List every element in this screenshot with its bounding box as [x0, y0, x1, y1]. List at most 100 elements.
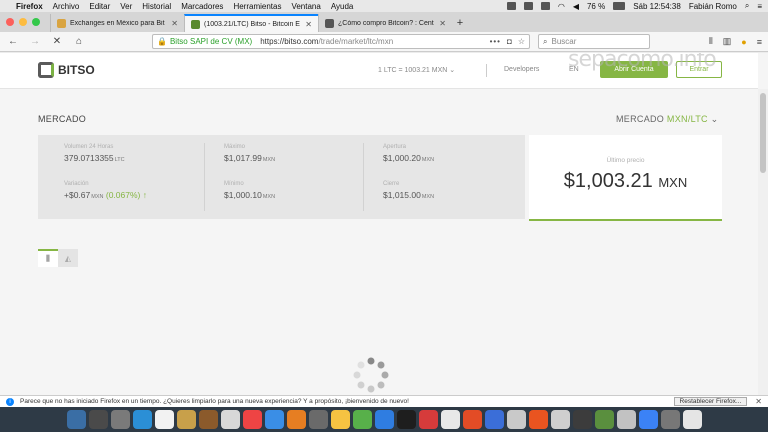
close-icon[interactable]: ✕ — [755, 397, 762, 406]
dock-app-icon[interactable] — [506, 410, 526, 429]
dock-app-icon[interactable] — [462, 410, 482, 429]
dock-app-icon[interactable] — [88, 410, 108, 429]
dock-app-icon[interactable] — [484, 410, 504, 429]
developers-link[interactable]: Developers — [504, 66, 539, 73]
browser-tab[interactable]: Exchanges en México para Bit ✕ — [50, 14, 184, 32]
dock-app-icon[interactable] — [594, 410, 614, 429]
new-tab-button[interactable]: + — [452, 14, 468, 32]
dock-app-icon[interactable] — [682, 410, 702, 429]
dock-app-icon[interactable] — [308, 410, 328, 429]
status-icon[interactable] — [523, 2, 533, 10]
browser-tab-active[interactable]: (1003.21/LTC) Bitso - Bitcoin E ✕ — [184, 14, 318, 32]
dock-app-icon[interactable] — [660, 410, 680, 429]
menu-app-name[interactable]: Firefox — [16, 2, 43, 11]
dock-app-icon[interactable] — [154, 410, 174, 429]
site-identity[interactable]: Bitso SAPI de CV (MX) — [170, 37, 252, 46]
menu-archivo[interactable]: Archivo — [53, 2, 80, 11]
dock-app-icon[interactable] — [220, 410, 240, 429]
dock-app-icon[interactable] — [286, 410, 306, 429]
dock-app-icon[interactable] — [352, 410, 372, 429]
dock-app-icon[interactable] — [176, 410, 196, 429]
dock-app-icon[interactable] — [572, 410, 592, 429]
lock-icon[interactable]: 🔒 — [157, 37, 167, 46]
sidebar-icon[interactable]: ▥ — [723, 36, 732, 47]
market-stats-panel: Volumen 24 Horas 379.0713355LTC Variació… — [38, 135, 525, 219]
notification-center-icon[interactable]: ≡ — [757, 2, 762, 11]
menu-ver[interactable]: Ver — [120, 2, 132, 11]
menubar-clock[interactable]: Sáb 12:54:38 — [633, 2, 681, 11]
volume-icon[interactable]: ◀ — [573, 2, 579, 11]
bookmark-star-icon[interactable]: ☆ — [518, 37, 525, 46]
close-window-button[interactable] — [6, 18, 14, 26]
stat-label: Máximo — [224, 144, 246, 150]
url-path: /trade/market/ltc/mxn — [318, 37, 394, 46]
stat-label: Apertura — [383, 144, 407, 150]
tab-close-icon[interactable]: ✕ — [171, 19, 178, 28]
menu-icon[interactable]: ≡ — [757, 37, 762, 47]
rate-selector[interactable]: 1 LTC = 1003.21 MXN ⌄ — [378, 66, 455, 74]
stop-icon[interactable]: ✕ — [50, 36, 64, 47]
stats-divider — [204, 143, 205, 211]
page-scrollbar[interactable] — [758, 89, 768, 395]
scrollbar-thumb[interactable] — [760, 93, 766, 173]
dock-app-icon[interactable] — [66, 410, 86, 429]
extension-icon[interactable]: ● — [741, 37, 746, 47]
minimize-window-button[interactable] — [19, 18, 27, 26]
dock-app-icon[interactable] — [242, 410, 262, 429]
battery-icon[interactable] — [613, 2, 626, 10]
status-icon[interactable] — [506, 2, 516, 10]
variation-percent: (0.067%) ↑ — [105, 190, 147, 200]
menubar-user[interactable]: Fabián Romo — [689, 2, 737, 11]
menu-historial[interactable]: Historial — [142, 2, 171, 11]
window-controls — [6, 12, 40, 32]
home-icon[interactable]: ⌂ — [72, 36, 86, 47]
dock-app-icon[interactable] — [528, 410, 548, 429]
forward-icon[interactable]: → — [28, 36, 42, 47]
header-divider — [486, 64, 487, 77]
menu-ventana[interactable]: Ventana — [291, 2, 320, 11]
spotlight-icon[interactable]: ⌕ — [745, 1, 749, 11]
battery-percent[interactable]: 76 % — [587, 2, 605, 11]
dock-app-icon[interactable] — [396, 410, 416, 429]
wifi-icon[interactable]: ◠ — [558, 2, 565, 11]
candlestick-chart-icon[interactable]: ⫼ — [38, 249, 58, 267]
search-input[interactable]: ⌕ Buscar — [538, 34, 650, 49]
menu-marcadores[interactable]: Marcadores — [181, 2, 223, 11]
tab-close-icon[interactable]: ✕ — [305, 20, 312, 29]
dock-app-icon[interactable] — [374, 410, 394, 429]
status-icon[interactable] — [540, 2, 550, 10]
market-pair-selector[interactable]: MERCADO MXN/LTC ⌄ — [616, 114, 719, 125]
zoom-window-button[interactable] — [32, 18, 40, 26]
stat-label: Mínimo — [224, 181, 244, 187]
dock-app-icon[interactable] — [110, 410, 130, 429]
dock-app-icon[interactable] — [330, 410, 350, 429]
pocket-icon[interactable]: ◘ — [507, 37, 512, 46]
stat-label: Cierre — [383, 181, 400, 187]
dock-app-icon[interactable] — [638, 410, 658, 429]
area-chart-icon[interactable]: ◭ — [58, 249, 78, 267]
menu-herramientas[interactable]: Herramientas — [233, 2, 281, 11]
stat-variation: Variación +$0.67MXN (0.067%) ↑ — [64, 181, 147, 200]
tab-close-icon[interactable]: ✕ — [439, 19, 446, 28]
dock-app-icon[interactable] — [132, 410, 152, 429]
dock-app-icon[interactable] — [198, 410, 218, 429]
menu-editar[interactable]: Editar — [89, 2, 110, 11]
menu-ayuda[interactable]: Ayuda — [331, 2, 354, 11]
dock — [0, 407, 768, 432]
refresh-firefox-button[interactable]: Restablecer Firefox... — [673, 397, 748, 406]
open-value: $1,000.20 — [383, 153, 421, 163]
dock-app-icon[interactable] — [264, 410, 284, 429]
min-value: $1,000.10 — [224, 190, 262, 200]
dock-app-icon[interactable] — [616, 410, 636, 429]
library-icon[interactable]: ⫴ — [709, 36, 713, 47]
bitso-logo[interactable]: BITSO — [38, 62, 95, 78]
logo-text: BITSO — [58, 63, 95, 77]
back-icon[interactable]: ← — [6, 36, 20, 47]
dock-app-icon[interactable] — [440, 410, 460, 429]
browser-tab[interactable]: ¿Cómo compro Bitcoin? : Cent ✕ — [318, 14, 452, 32]
info-icon: i — [6, 397, 14, 406]
dock-app-icon[interactable] — [418, 410, 438, 429]
page-actions-icon[interactable]: ••• — [490, 37, 501, 46]
url-bar[interactable]: 🔒 Bitso SAPI de CV (MX) https://bitso.co… — [152, 34, 530, 49]
dock-app-icon[interactable] — [550, 410, 570, 429]
